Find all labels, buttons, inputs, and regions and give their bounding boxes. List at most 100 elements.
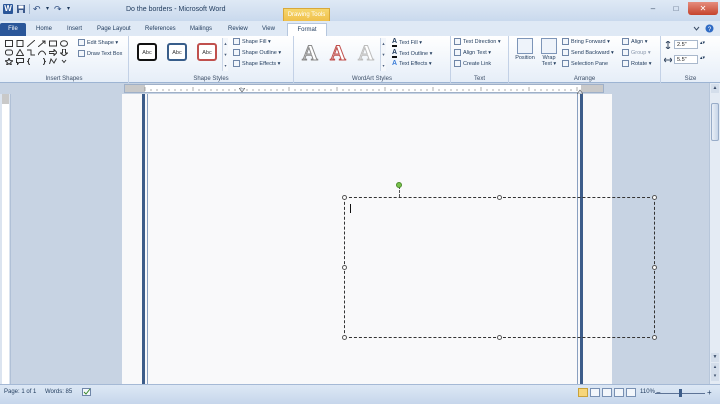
draft-view-icon[interactable] [626,388,636,397]
draw-text-box-button[interactable]: Draw Text Box [78,50,122,57]
resize-handle-top-left[interactable] [342,195,347,200]
vertical-scrollbar[interactable]: ▲ ▼ ▴ ▾ [709,83,720,384]
line-shape-icon[interactable] [26,39,36,47]
rotation-handle[interactable] [396,182,402,188]
resize-handle-right[interactable] [652,265,657,270]
tab-page-layout[interactable]: Page Layout [97,23,131,36]
shape-width-input[interactable]: 5.5" [674,55,698,64]
vertical-ruler[interactable] [0,94,11,384]
tab-insert[interactable]: Insert [67,23,82,36]
resize-handle-left[interactable] [342,265,347,270]
text-effects-button[interactable]: A Text Effects ▾ [392,60,432,67]
resize-handle-bottom-right[interactable] [652,335,657,340]
zoom-in-button[interactable]: + [707,388,712,397]
scroll-down-arrow-icon[interactable]: ▼ [711,353,719,362]
shape-style-blue[interactable]: Abc [167,43,187,61]
print-layout-view-icon[interactable] [578,388,588,397]
next-page-icon[interactable]: ▾ [711,372,719,381]
shape-effects-button[interactable]: Shape Effects ▾ [233,60,280,67]
align-text-button[interactable]: Align Text ▾ [454,49,491,56]
full-screen-reading-icon[interactable] [590,388,600,397]
curved-connector-icon[interactable] [37,48,47,56]
right-arrow-shape-icon[interactable] [48,48,58,56]
more-shapes-icon[interactable] [59,57,69,65]
group-button[interactable]: Group ▾ [622,49,651,56]
shapes-gallery[interactable] [4,39,74,65]
wordart-style-gray[interactable]: A [302,40,319,66]
height-spinner-icon[interactable]: ▴▾ [700,40,705,46]
vertical-text-box-shape-icon[interactable] [15,39,25,47]
brace-shape-icon[interactable] [26,57,36,65]
resize-handle-top[interactable] [497,195,502,200]
shape-styles-gallery-scroll[interactable]: ▲ ▼ ▾ [222,38,228,71]
selection-pane-button[interactable]: Selection Pane [562,60,608,67]
tab-mailings[interactable]: Mailings [190,23,212,36]
save-icon[interactable] [16,4,26,14]
position-button[interactable]: Position [513,38,537,61]
shape-fill-button[interactable]: Shape Fill ▾ [233,38,271,45]
text-box-shape-icon[interactable] [4,39,14,47]
undo-icon[interactable]: ↶ [33,4,43,14]
tab-home[interactable]: Home [36,23,52,36]
rounded-rect-shape-icon[interactable] [4,48,14,56]
star-shape-icon[interactable] [4,57,14,65]
down-arrow-shape-icon[interactable] [59,48,69,56]
tab-file[interactable]: File [0,23,26,36]
shape-height-input[interactable]: 2.5" [674,40,698,49]
proofing-icon[interactable] [82,388,92,399]
tab-view[interactable]: View [262,23,275,36]
edit-shape-button[interactable]: Edit Shape ▾ [78,39,118,46]
oval-shape-icon[interactable] [59,39,69,47]
rotate-button[interactable]: Rotate ▾ [622,60,652,67]
selected-text-box[interactable] [344,197,655,338]
close-button[interactable]: ✕ [688,2,718,15]
zoom-level[interactable]: 110% [640,389,655,395]
text-direction-button[interactable]: Text Direction ▾ [454,38,501,45]
arrow-shape-icon[interactable] [37,39,47,47]
qat-dropdown-icon[interactable]: ▾ [46,4,51,14]
send-backward-button[interactable]: Send Backward ▾ [562,49,614,56]
wordart-style-light[interactable]: A [358,40,375,66]
triangle-shape-icon[interactable] [15,48,25,56]
freeform-shape-icon[interactable] [48,57,58,65]
outline-view-icon[interactable] [614,388,624,397]
page-count[interactable]: Page: 1 of 1 [4,389,36,395]
document-page[interactable] [122,94,657,384]
document-area[interactable] [11,94,709,384]
word-count[interactable]: Words: 85 [45,389,72,395]
scrollbar-thumb[interactable] [711,103,719,141]
maximize-button[interactable]: □ [665,2,687,15]
tab-review[interactable]: Review [228,23,248,36]
scroll-up-arrow-icon[interactable]: ▲ [711,84,719,93]
web-layout-icon[interactable] [602,388,612,397]
horizontal-ruler[interactable] [0,83,720,95]
bring-forward-button[interactable]: Bring Forward ▾ [562,38,610,45]
elbow-connector-icon[interactable] [26,48,36,56]
zoom-slider-thumb[interactable] [679,389,682,397]
text-fill-button[interactable]: A Text Fill ▾ [392,38,422,47]
minimize-ribbon-icon[interactable] [692,24,701,33]
create-link-button[interactable]: Create Link [454,60,491,67]
shape-style-black[interactable]: Abc [137,43,157,61]
resize-handle-top-right[interactable] [652,195,657,200]
width-spinner-icon[interactable]: ▴▾ [700,55,705,61]
align-button[interactable]: Align ▾ [622,38,648,45]
shape-style-red[interactable]: Abc [197,43,217,61]
tab-references[interactable]: References [145,23,176,36]
callout-shape-icon[interactable] [15,57,25,65]
customize-qat-icon[interactable]: ▾ [67,4,72,14]
wrap-text-button[interactable]: Wrap Text ▾ [539,38,559,67]
help-icon[interactable]: ? [705,24,714,33]
word-app-icon[interactable]: W [3,4,13,14]
minimize-button[interactable]: – [642,2,664,15]
tab-format[interactable]: Format [287,23,327,36]
previous-page-icon[interactable]: ▴ [711,363,719,372]
wordart-gallery-scroll[interactable]: ▲ ▼ ▾ [380,38,386,71]
resize-handle-bottom[interactable] [497,335,502,340]
bracket-shape-icon[interactable] [37,57,47,65]
rectangle-shape-icon[interactable] [48,39,58,47]
shape-outline-button[interactable]: Shape Outline ▾ [233,49,281,56]
text-outline-button[interactable]: A Text Outline ▾ [392,49,432,58]
redo-icon[interactable]: ↷ [54,4,64,14]
wordart-style-red[interactable]: A [330,40,347,66]
